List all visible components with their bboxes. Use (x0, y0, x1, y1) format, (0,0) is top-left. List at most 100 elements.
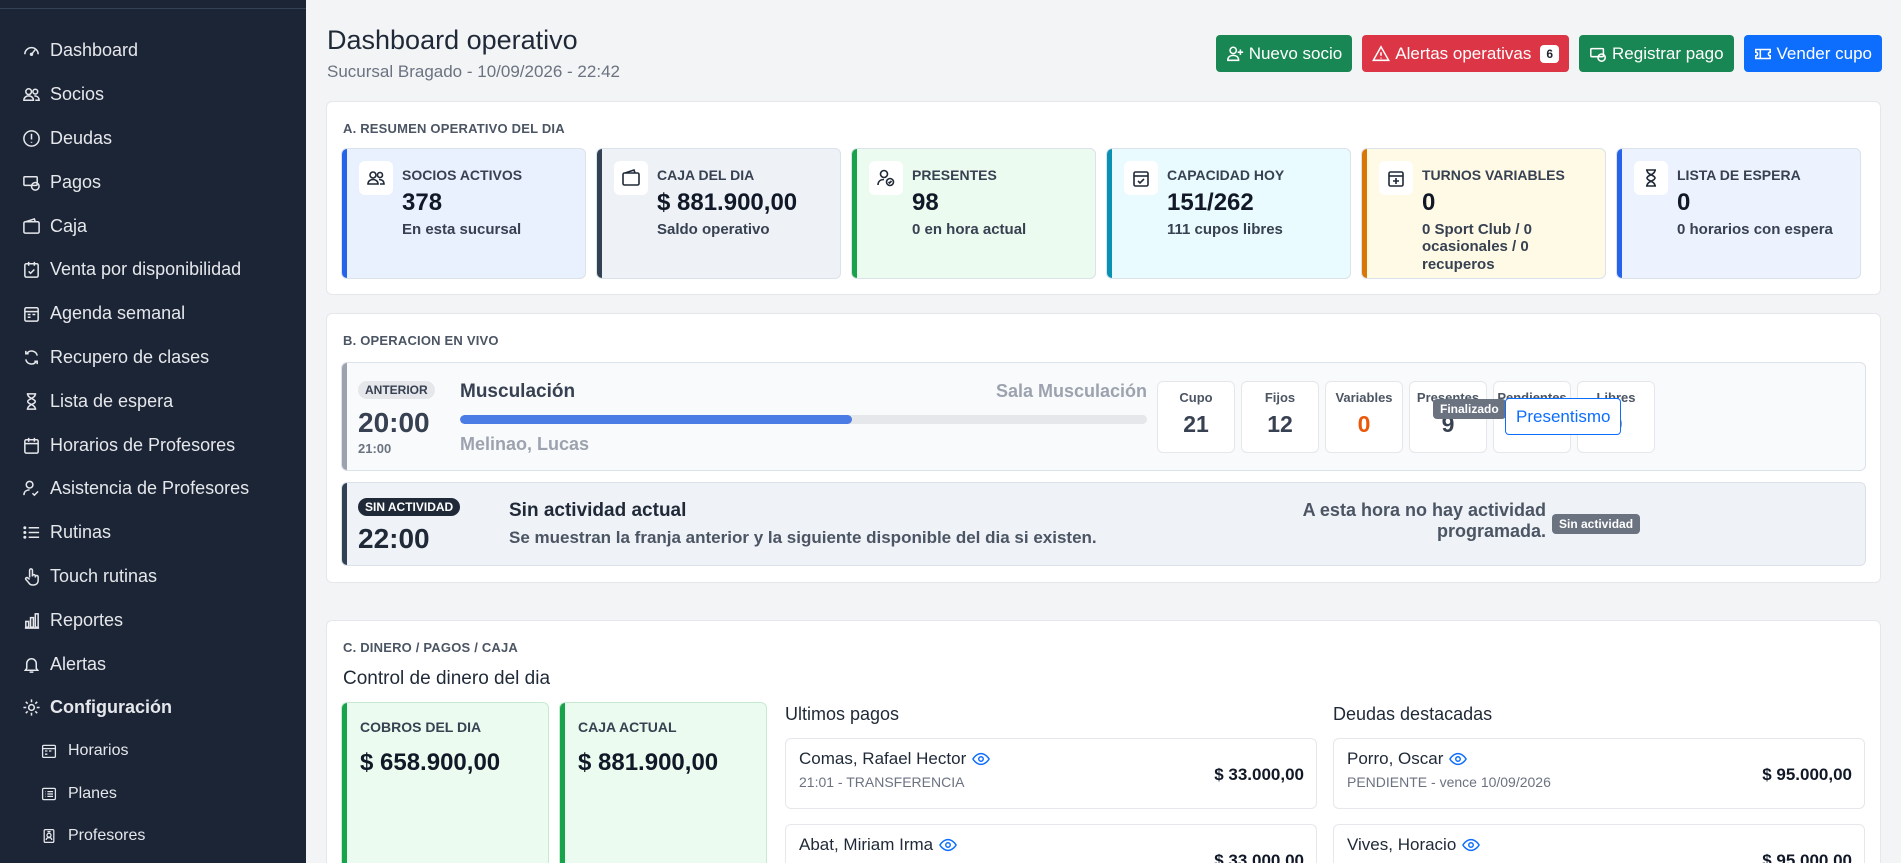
previous-room: Sala Musculación (995, 381, 1147, 401)
kpi-label: PRESENTES (912, 167, 997, 183)
caja-value: $ 881.900,00 (578, 749, 719, 776)
sidebar-item-pagos[interactable]: Pagos (0, 160, 306, 204)
caja-label: CAJA ACTUAL (578, 719, 677, 735)
stat-value: 12 (1267, 411, 1293, 437)
registrar-pago-button[interactable]: Registrar pago (1579, 35, 1734, 72)
calendar-check-icon (20, 259, 42, 281)
sidebar-item-label: Asistencia de Profesores (50, 478, 250, 499)
eye-icon[interactable] (1462, 836, 1481, 854)
nuevo-socio-button[interactable]: Nuevo socio (1215, 35, 1353, 72)
refresh-icon (20, 346, 42, 368)
eye-icon[interactable] (972, 750, 991, 768)
sidebar-item-label: Pagos (50, 171, 102, 192)
live-card-sin-actividad: SIN ACTIVIDAD 22:00 Sin actividad actual… (341, 482, 1866, 566)
cash-coin-icon (20, 171, 42, 193)
kpi-label: CAPACIDAD HOY (1167, 167, 1285, 183)
kpi-sub: 0 horarios con espera (1677, 221, 1833, 238)
sidebar-item-socios[interactable]: Socios (0, 73, 306, 117)
section-c-title: Control de dinero del dia (343, 668, 551, 689)
hand-pointer-icon (20, 565, 42, 587)
current-title: Sin actividad actual (509, 500, 687, 521)
sidebar-item-label: Horarios de Profesores (50, 434, 236, 455)
sidebar-item-venta[interactable]: Venta por disponibilidad (0, 248, 306, 292)
finalizado-badge: Finalizado (1433, 399, 1506, 419)
calendar-check-icon (1124, 161, 1158, 195)
cobros-label: COBROS DEL DIA (360, 719, 482, 735)
stat-value: 0 (1357, 411, 1371, 437)
bell-icon (20, 653, 42, 675)
sidebar-item-dashboard[interactable]: Dashboard (0, 29, 306, 73)
ticket-icon (1754, 48, 1771, 59)
gear-icon (20, 697, 42, 719)
sidebar-subitem-planes[interactable]: Planes (0, 772, 306, 815)
kpi-caja-del-dia: CAJA DEL DIA $ 881.900,00 Saldo operativ… (596, 148, 841, 279)
kpi-value: $ 881.900,00 (657, 189, 798, 216)
kpi-sub: 0 en hora actual (912, 221, 1027, 238)
sidebar-item-asistencia-profesores[interactable]: Asistencia de Profesores (0, 467, 306, 511)
sidebar-item-label: Reportes (50, 609, 124, 630)
sidebar-item-alertas[interactable]: Alertas (0, 642, 306, 686)
user-check-icon (20, 478, 42, 500)
eye-icon[interactable] (1449, 750, 1468, 768)
deuda-amount: $ 95.000,00 (1762, 851, 1852, 863)
kpi-turnos-variables: TURNOS VARIABLES 0 0 Sport Club / 0 ocas… (1361, 148, 1606, 279)
sidebar-item-touch-rutinas[interactable]: Touch rutinas (0, 555, 306, 599)
kpi-sub: Saldo operativo (657, 221, 770, 238)
live-card-anterior: ANTERIOR 20:00 21:00 Musculación Sala Mu… (341, 362, 1866, 471)
vender-cupo-label: Vender cupo (1776, 43, 1872, 63)
sidebar-item-label: Lista de espera (50, 390, 174, 411)
deuda-amount: $ 95.000,00 (1762, 765, 1852, 784)
sidebar-item-label: Deudas (50, 127, 113, 148)
bar-chart-icon (20, 609, 42, 631)
sidebar-item-deudas[interactable]: Deudas (0, 117, 306, 161)
wallet-icon (614, 161, 648, 195)
previous-progress-bar (460, 415, 1147, 424)
alertas-operativas-button[interactable]: Alertas operativas 6 (1362, 35, 1570, 72)
deuda-item[interactable]: Vives, Horacio $ 95.000,00 (1333, 824, 1865, 863)
deuda-item[interactable]: Porro, Oscar PENDIENTE - vence 10/09/202… (1333, 738, 1865, 809)
vender-cupo-button[interactable]: Vender cupo (1743, 35, 1882, 72)
kpi-value: 151/262 (1167, 189, 1254, 216)
cash-coin-icon (1590, 47, 1606, 62)
sidebar-item-label: Recupero de clases (50, 346, 210, 367)
previous-time-end: 21:00 (358, 441, 392, 456)
hourglass-icon (1634, 161, 1668, 195)
eye-icon[interactable] (939, 836, 958, 854)
calendar-icon (20, 434, 42, 456)
previous-teacher: Melinao, Lucas (460, 434, 590, 454)
kpi-capacidad-hoy: CAPACIDAD HOY 151/262 111 cupos libres (1106, 148, 1351, 279)
cobros-value: $ 658.900,00 (360, 749, 501, 776)
pago-amount: $ 33.000,00 (1214, 851, 1304, 863)
header-actions: Nuevo socio Alertas operativas 6 Registr… (1215, 35, 1882, 72)
person-plus-icon (1226, 45, 1243, 61)
pago-name: Abat, Miriam Irma (799, 835, 934, 854)
pago-amount: $ 33.000,00 (1214, 765, 1304, 784)
sidebar-item-reportes[interactable]: Reportes (0, 598, 306, 642)
anterior-badge: ANTERIOR (358, 381, 435, 399)
pago-item[interactable]: Abat, Miriam Irma $ 33.000,00 (785, 824, 1317, 863)
sidebar-item-caja[interactable]: Caja (0, 204, 306, 248)
stat-cupo: Cupo 21 (1157, 381, 1235, 453)
sidebar-item-agenda[interactable]: Agenda semanal (0, 292, 306, 336)
sidebar-item-configuracion[interactable]: Configuración (0, 686, 306, 730)
pago-name: Comas, Rafael Hector (799, 749, 967, 768)
kpi-value: 378 (402, 189, 443, 216)
kpi-sub: 111 cupos libres (1167, 221, 1283, 238)
sidebar: Dashboard Socios Deudas Pagos Caja Venta… (0, 0, 306, 863)
section-operacion-en-vivo: B. OPERACION EN VIVO ANTERIOR 20:00 21:0… (326, 313, 1881, 583)
kpi-sub: En esta sucursal (402, 221, 522, 238)
calendar-week-icon (40, 742, 58, 760)
sidebar-subitem-profesores[interactable]: Profesores (0, 815, 306, 858)
sidebar-item-lista-espera[interactable]: Lista de espera (0, 379, 306, 423)
kpi-sub: 0 Sport Club / 0 ocasionales / 0 recuper… (1422, 221, 1533, 273)
sidebar-item-recupero[interactable]: Recupero de clases (0, 336, 306, 380)
sidebar-subitem-horarios[interactable]: Horarios (0, 730, 306, 773)
presentismo-button[interactable]: Presentismo (1505, 398, 1622, 435)
current-note: A esta hora no hay actividad programada. (1302, 500, 1546, 541)
sidebar-item-horarios-profesores[interactable]: Horarios de Profesores (0, 423, 306, 467)
pago-item[interactable]: Comas, Rafael Hector 21:01 - TRANSFERENC… (785, 738, 1317, 809)
sidebar-item-label: Alertas (50, 653, 107, 674)
sidebar-item-rutinas[interactable]: Rutinas (0, 511, 306, 555)
ultimos-pagos-title: Ultimos pagos (785, 704, 900, 724)
dashboard-gauge-icon (20, 40, 42, 62)
